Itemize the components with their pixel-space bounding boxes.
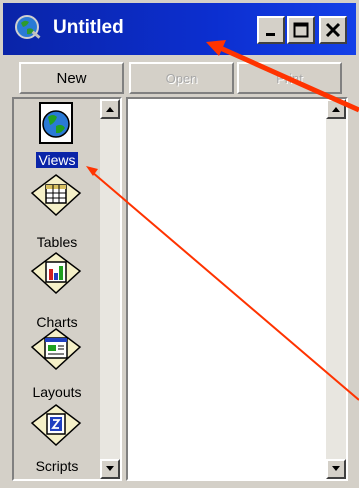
title-bar[interactable]: Untitled: [3, 3, 356, 55]
bar-chart-icon: [30, 252, 82, 295]
layout-icon: [30, 328, 82, 371]
doc-type-list: Views Tables Charts Layouts Scripts: [14, 99, 100, 479]
project-window: Untitled New Open Print Views Tables Cha…: [0, 0, 359, 488]
doc-type-panel: Views Tables Charts Layouts Scripts: [12, 97, 122, 481]
up-arrow-icon: [106, 107, 114, 112]
new-button[interactable]: New: [19, 62, 124, 94]
right-vertical-scrollbar[interactable]: [326, 99, 346, 479]
window-title: Untitled: [53, 17, 124, 38]
print-button[interactable]: Print: [237, 62, 342, 94]
scroll-up-button[interactable]: [326, 99, 346, 119]
close-icon: [325, 22, 341, 38]
up-arrow-icon: [332, 107, 340, 112]
app-globe-icon: [15, 15, 41, 39]
script-icon: [30, 404, 82, 447]
close-button[interactable]: [319, 16, 347, 44]
minimize-icon: [266, 33, 275, 36]
scroll-down-button[interactable]: [100, 459, 120, 479]
document-list-panel[interactable]: [126, 97, 348, 481]
scroll-up-button[interactable]: [100, 99, 120, 119]
open-button[interactable]: Open: [129, 62, 234, 94]
doc-type-label: Scripts: [35, 458, 79, 474]
doc-type-label: Layouts: [32, 384, 82, 400]
globe-icon: [39, 102, 73, 144]
scroll-down-button[interactable]: [326, 459, 346, 479]
down-arrow-icon: [106, 466, 114, 471]
down-arrow-icon: [332, 466, 340, 471]
minimize-button[interactable]: [257, 16, 285, 44]
table-icon: [30, 174, 82, 217]
left-vertical-scrollbar[interactable]: [100, 99, 120, 479]
maximize-button[interactable]: [287, 16, 315, 44]
doc-type-label: Views: [36, 152, 78, 168]
maximize-icon: [293, 22, 309, 38]
